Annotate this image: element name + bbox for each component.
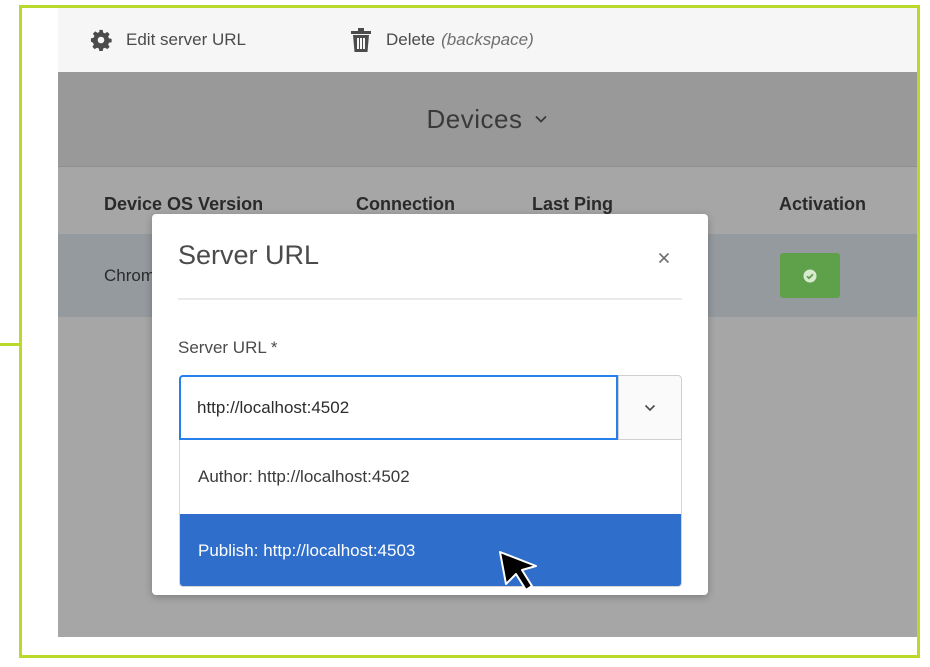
server-url-dialog: Server URL Server URL * Author: http://l… [152, 214, 708, 595]
option-author-url[interactable]: Author: http://localhost:4502 [180, 440, 681, 514]
close-button[interactable] [652, 246, 676, 270]
delete-shortcut-hint: (backspace) [441, 30, 534, 49]
activation-status-button[interactable] [780, 253, 840, 298]
delete-label: Delete [386, 30, 436, 49]
server-url-options-list: Author: http://localhost:4502 Publish: h… [179, 440, 682, 587]
chevron-down-icon [644, 404, 656, 411]
trash-icon [351, 28, 371, 52]
server-url-field-label: Server URL * [178, 338, 278, 357]
close-icon [658, 252, 670, 264]
delete-button[interactable]: Delete (backspace) [350, 8, 534, 72]
devices-title-bar[interactable]: Devices [58, 72, 917, 166]
check-circle-icon [803, 269, 817, 282]
title-divider [58, 166, 917, 167]
edit-server-url-label: Edit server URL [126, 30, 246, 49]
edit-server-url-button[interactable]: Edit server URL [90, 8, 246, 72]
dialog-title: Server URL [178, 240, 320, 270]
chevron-down-icon [535, 115, 548, 123]
column-header-activation[interactable]: Activation [779, 176, 866, 232]
dropdown-toggle-button[interactable] [618, 375, 682, 440]
gear-icon [90, 29, 112, 51]
option-publish-url[interactable]: Publish: http://localhost:4503 [180, 514, 681, 586]
server-url-combobox [179, 375, 682, 440]
page-title: Devices [426, 103, 523, 134]
dialog-divider [178, 298, 682, 300]
mouse-pointer-icon [499, 551, 537, 591]
accent-tick [0, 343, 21, 346]
toolbar: Edit server URL Delete (backspace) [58, 8, 917, 72]
server-url-input[interactable] [179, 375, 618, 440]
